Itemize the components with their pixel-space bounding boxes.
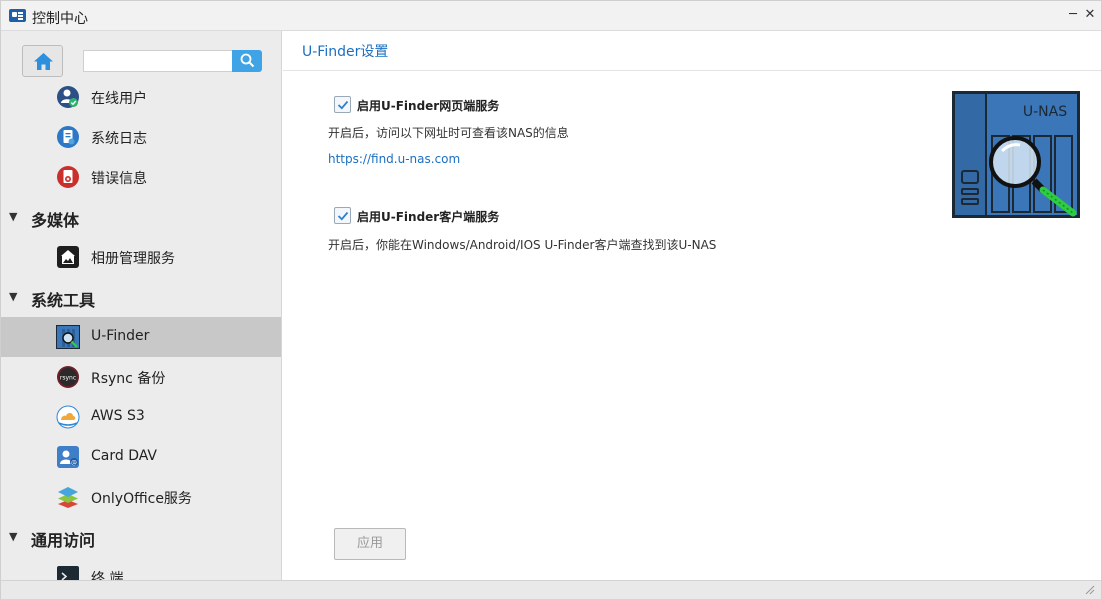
web-service-label[interactable]: 启用U-Finder网页端服务 — [357, 97, 499, 114]
sidebar-item-online-users[interactable]: 在线用户 — [1, 77, 281, 117]
sidebar-item-system-log[interactable]: 系统日志 — [1, 117, 281, 157]
window-title: 控制中心 — [32, 11, 88, 27]
checkmark-icon — [337, 211, 349, 221]
search-input[interactable] — [83, 50, 233, 72]
sidebar-item-u-finder[interactable]: U-Finder — [1, 317, 281, 357]
web-service-description: 开启后，访问以下网址时可查看该NAS的信息 — [328, 126, 569, 140]
minimize-icon[interactable]: ─ — [1065, 6, 1081, 24]
group-general-access[interactable]: ▼ 通用访问 — [1, 517, 281, 557]
error-info-icon — [57, 166, 79, 188]
client-service-description: 开启后，你能在Windows/Android/IOS U-Finder客户端查找… — [328, 238, 717, 252]
home-button[interactable] — [22, 45, 63, 77]
u-nas-finder-logo: U-NAS — [952, 91, 1080, 218]
sidebar-item-label: 终 端 — [91, 571, 124, 580]
group-label: 通用访问 — [31, 531, 96, 550]
group-multimedia[interactable]: ▼ 多媒体 — [1, 197, 281, 237]
checkmark-icon — [337, 100, 349, 110]
u-finder-icon — [56, 325, 80, 349]
search-button[interactable] — [232, 50, 262, 72]
group-system-tools[interactable]: ▼ 系统工具 — [1, 277, 281, 317]
aws-s3-icon — [56, 405, 80, 429]
title-bar: 控制中心 ─ ✕ — [1, 1, 1101, 31]
rsync-icon: rsync — [57, 366, 79, 388]
u-finder-url-link[interactable]: https://find.u-nas.com — [328, 152, 460, 166]
logo-text: U-NAS — [1023, 104, 1067, 120]
close-icon[interactable]: ✕ — [1082, 6, 1098, 24]
sidebar-item-label: 相册管理服务 — [91, 251, 175, 267]
control-center-icon — [9, 9, 26, 22]
home-icon — [34, 53, 53, 70]
album-icon — [57, 246, 79, 268]
terminal-icon — [57, 566, 79, 580]
onlyoffice-icon — [58, 487, 78, 508]
sidebar-item-label: OnlyOffice服务 — [91, 491, 192, 507]
sidebar: 在线用户 系统日志 错误信息 ▼ 多媒体 相册管理服务 ▼ 系统工具 U-Fin… — [1, 31, 282, 580]
page-title: U-Finder设置 — [302, 44, 389, 60]
sidebar-item-label: 系统日志 — [91, 131, 147, 147]
group-label: 系统工具 — [31, 291, 96, 310]
apply-button[interactable]: 应用 — [334, 528, 406, 560]
sidebar-item-album[interactable]: 相册管理服务 — [1, 237, 281, 277]
sidebar-item-card-dav[interactable]: @ Card DAV — [1, 437, 281, 477]
sidebar-item-label: 错误信息 — [91, 171, 147, 187]
sidebar-item-label: 在线用户 — [91, 91, 147, 107]
status-bar — [1, 580, 1101, 599]
collapse-arrow-icon[interactable]: ▼ — [9, 290, 17, 303]
system-log-icon — [57, 126, 79, 148]
online-users-icon — [57, 86, 79, 108]
main-header: U-Finder设置 — [283, 31, 1101, 71]
collapse-arrow-icon[interactable]: ▼ — [9, 210, 17, 223]
sidebar-item-label: U-Finder — [91, 328, 150, 344]
card-dav-icon: @ — [57, 446, 79, 468]
svg-text:@: @ — [71, 460, 77, 467]
main-panel: U-Finder设置 启用U-Finder网页端服务 开启后，访问以下网址时可查… — [283, 31, 1101, 580]
client-service-checkbox[interactable] — [334, 207, 351, 224]
sidebar-item-label: AWS S3 — [91, 408, 145, 424]
sidebar-item-label: Card DAV — [91, 448, 157, 464]
sidebar-item-onlyoffice[interactable]: OnlyOffice服务 — [1, 477, 281, 517]
sidebar-item-aws-s3[interactable]: AWS S3 — [1, 397, 281, 437]
search-icon — [240, 53, 255, 68]
collapse-arrow-icon[interactable]: ▼ — [9, 530, 17, 543]
group-label: 多媒体 — [31, 211, 80, 230]
svg-text:rsync: rsync — [60, 375, 76, 382]
control-center-window: 控制中心 ─ ✕ 在线用户 系统日志 错误信息 ▼ 多媒体 相册管理服务 ▼ 系… — [0, 0, 1102, 599]
web-service-checkbox[interactable] — [334, 96, 351, 113]
sidebar-item-error-info[interactable]: 错误信息 — [1, 157, 281, 197]
sidebar-item-label: Rsync 备份 — [91, 371, 166, 387]
sidebar-item-rsync[interactable]: rsync Rsync 备份 — [1, 357, 281, 397]
sidebar-item-terminal[interactable]: 终 端 — [1, 557, 281, 580]
resize-grip-icon[interactable] — [1085, 585, 1095, 595]
client-service-label[interactable]: 启用U-Finder客户端服务 — [357, 208, 499, 225]
